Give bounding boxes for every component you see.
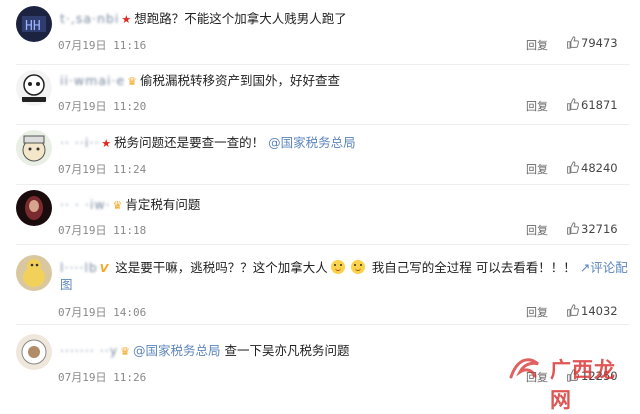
reply-button[interactable]: 回复 xyxy=(526,161,548,177)
comment-time: 07月19日 11:18 xyxy=(58,224,147,237)
thumbs-up-icon xyxy=(567,36,579,49)
comment-text: 税务问题还是要查一查的！ xyxy=(114,135,265,150)
link-icon: ↗ xyxy=(579,260,591,275)
mention-link[interactable]: @国家税务总局 xyxy=(268,135,356,150)
username[interactable]: ii·wmai·e xyxy=(60,73,125,88)
comment-text: 想跑路？不能这个加拿大人贱男人跑了 xyxy=(134,11,347,26)
username[interactable]: ·· ··i·· xyxy=(60,135,99,150)
comment-time: 07月19日 14:06 xyxy=(58,306,147,319)
site-watermark: 广西龙网 xyxy=(508,352,626,412)
user-avatar[interactable] xyxy=(16,190,52,226)
dragon-logo-icon xyxy=(509,358,539,379)
comment-item-4: ·· · ·iw· ♛ 肯定税有问题 07月19日 11:18 回复 32716 xyxy=(0,184,640,244)
username[interactable]: t·,sa·nbi xyxy=(60,11,119,26)
like-count: 79473 xyxy=(581,36,618,50)
svg-text:HH: HH xyxy=(25,19,41,34)
comment-time: 07月19日 11:24 xyxy=(58,163,147,176)
emoji-icon xyxy=(350,260,365,274)
user-avatar[interactable] xyxy=(16,70,52,106)
thumbs-up-icon xyxy=(567,222,579,235)
like-button[interactable]: 32716 xyxy=(566,222,618,236)
comment-text-continued: 我自己写的全过程 可以去看看！！！ xyxy=(371,260,576,275)
comment-text: 偷税漏税转移资产到国外，好好查查 xyxy=(140,73,341,88)
username[interactable]: ······· ··y xyxy=(60,343,118,358)
comment-time: 07月19日 11:20 xyxy=(58,100,147,113)
like-count: 32716 xyxy=(581,222,618,236)
like-count: 14032 xyxy=(581,304,618,318)
like-count: 61871 xyxy=(581,98,618,112)
comment-text: 查一下吴亦凡税务问题 xyxy=(224,343,350,358)
comment-time: 07月19日 11:16 xyxy=(58,39,147,52)
comment-item-5: l····lb V 这是要干嘛，逃税吗？？这个加拿大人 我自己写的全过程 可以去看… xyxy=(0,244,640,322)
user-avatar[interactable] xyxy=(16,255,52,291)
comment-time: 07月19日 11:26 xyxy=(58,371,147,384)
like-button[interactable]: 14032 xyxy=(566,304,618,318)
comment-item-3: ·· ··i·· ★ 税务问题还是要查一查的！ @国家税务总局 07月19日 11:… xyxy=(0,124,640,184)
username[interactable]: ·· · ·iw· xyxy=(60,197,111,212)
user-avatar[interactable]: HH xyxy=(16,6,52,42)
comment-item-2: ii·wmai·e ♛ 偷税漏税转移资产到国外，好好查查 07月19日 11:20 … xyxy=(0,64,640,124)
like-button[interactable]: 48240 xyxy=(566,161,618,175)
mention-link[interactable]: @国家税务总局 xyxy=(133,343,221,358)
like-count: 48240 xyxy=(581,161,618,175)
username[interactable]: l····lb xyxy=(60,260,98,275)
emoji-icon xyxy=(330,260,345,274)
crown-badge-icon: ♛ xyxy=(112,199,123,212)
thumbs-up-icon xyxy=(567,161,579,174)
star-badge-icon: ★ xyxy=(101,137,112,150)
thumbs-up-icon xyxy=(567,304,579,317)
comment-text: 肯定税有问题 xyxy=(125,197,201,212)
user-avatar[interactable] xyxy=(16,334,52,370)
crown-badge-icon: ♛ xyxy=(120,345,131,358)
reply-button[interactable]: 回复 xyxy=(526,304,548,320)
reply-button[interactable]: 回复 xyxy=(526,98,548,114)
user-avatar[interactable] xyxy=(16,130,52,166)
star-badge-icon: ★ xyxy=(121,13,132,26)
reply-button[interactable]: 回复 xyxy=(526,37,548,53)
vip-badge-icon: V xyxy=(99,262,109,275)
thumbs-up-icon xyxy=(567,98,579,111)
crown-badge-icon: ♛ xyxy=(127,75,137,88)
comment-text: 这是要干嘛，逃税吗？？这个加拿大人 xyxy=(115,260,328,275)
comment-item-1: HH t·,sa·nbi ★ 想跑路？不能这个加拿大人贱男人跑了 07月19日 11… xyxy=(0,0,640,64)
like-button[interactable]: 79473 xyxy=(566,36,618,50)
watermark-text: 广西龙网 xyxy=(550,358,616,412)
like-button[interactable]: 61871 xyxy=(566,98,618,112)
reply-button[interactable]: 回复 xyxy=(526,222,548,238)
